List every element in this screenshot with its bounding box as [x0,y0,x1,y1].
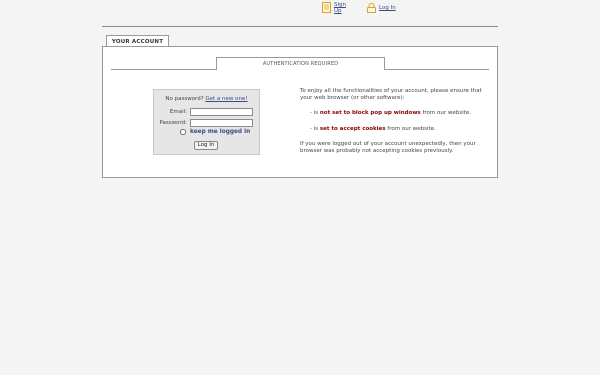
info-intro: To enjoy all the functionalities of your… [300,88,482,101]
bullet-highlight: not set to block pop up windows [319,110,421,116]
section-title: AUTHENTICATION REQUIRED [216,57,385,70]
document-icon [322,2,331,15]
password-field[interactable] [190,119,253,127]
bullet-suffix: from our website. [385,125,436,132]
lock-icon [367,3,376,15]
account-panel: AUTHENTICATION REQUIRED No password? Get… [102,46,498,178]
get-new-password-link[interactable]: Get a new one! [205,96,247,102]
bullet-suffix: from our website. [420,110,471,116]
login-label[interactable]: Log In [379,5,396,11]
email-row: Email: [154,108,259,117]
section-divider-left [111,69,216,70]
signup-link[interactable]: Sign Up [322,2,348,15]
email-field[interactable] [190,108,253,116]
info-bullet-popups: - is not set to block pop up windows fro… [300,110,490,117]
password-row: Password: [154,119,259,128]
remember-checkbox[interactable] [180,129,186,135]
password-label: Password: [159,120,187,126]
remember-label[interactable]: keep me logged in [190,129,250,135]
signup-label[interactable]: Sign Up [334,2,348,14]
forgot-text: No password? [165,96,204,102]
info-bullet-cookies: - is set to accept cookies from our webs… [300,126,490,133]
bullet-prefix: - is [310,125,320,132]
forgot-password: No password? Get a new one! [154,96,259,102]
bullet-highlight: set to accept cookies [319,125,386,132]
section-divider-right [385,69,489,70]
bullet-prefix: - is [310,110,320,116]
top-bar [102,6,498,26]
remember-me[interactable]: keep me logged in [180,129,250,135]
login-form: No password? Get a new one! Email: Passw… [153,89,260,155]
browser-requirements: To enjoy all the functionalities of your… [300,88,490,163]
email-label: Email: [169,109,187,115]
login-link[interactable]: Log In [367,3,396,15]
login-button[interactable]: Log In [194,141,218,150]
top-divider [102,26,498,27]
info-outro: If you were logged out of your account u… [300,141,476,154]
